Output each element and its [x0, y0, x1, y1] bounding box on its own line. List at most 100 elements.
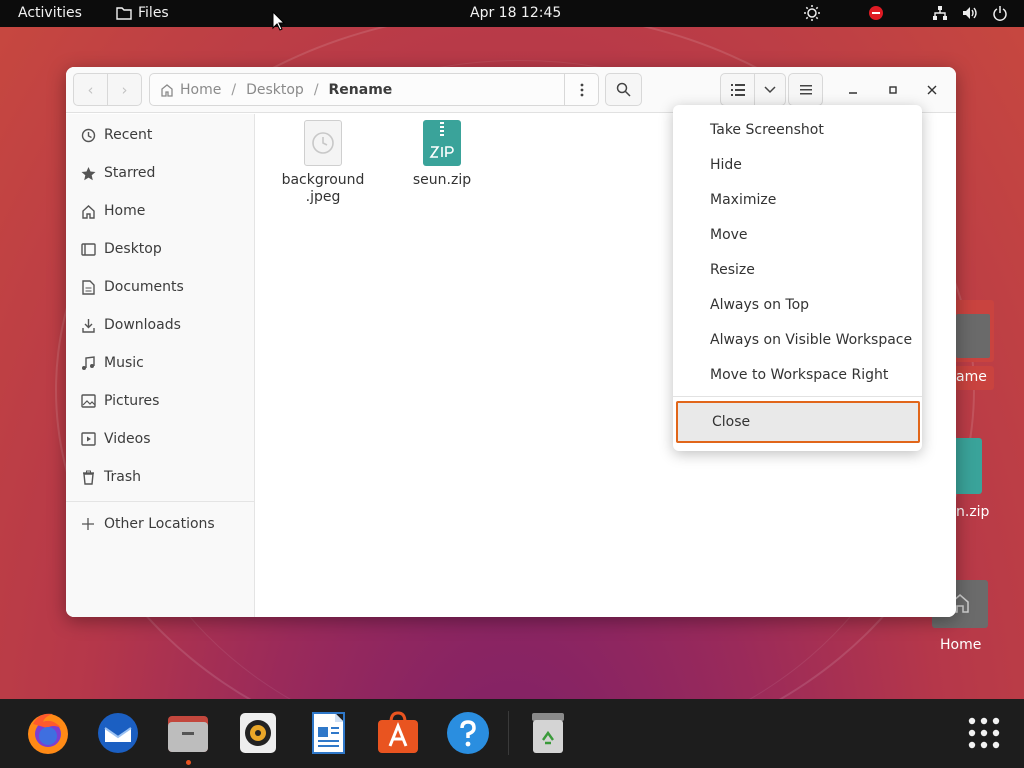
star-icon: [79, 166, 97, 181]
sidebar-item-downloads[interactable]: Downloads: [66, 306, 255, 344]
close-icon: [927, 85, 937, 95]
window-context-menu: Take Screenshot Hide Maximize Move Resiz…: [673, 105, 922, 451]
video-icon: [79, 432, 97, 446]
minimize-button[interactable]: [842, 79, 864, 101]
thunderbird-icon[interactable]: [94, 709, 142, 757]
tray-gap: [832, 4, 856, 22]
sidebar-item-home[interactable]: Home: [66, 192, 255, 230]
sidebar-item-music[interactable]: Music: [66, 344, 255, 382]
path-separator: /: [231, 81, 237, 98]
sidebar-item-label: Other Locations: [104, 516, 215, 532]
zip-file-icon: [423, 120, 461, 166]
rhythmbox-icon[interactable]: [234, 709, 282, 757]
menu-item-resize[interactable]: Resize: [673, 252, 922, 287]
volume-icon[interactable]: [960, 4, 980, 22]
search-icon: [616, 82, 631, 97]
brightness-icon[interactable]: [802, 4, 822, 22]
desktop-icon: [79, 242, 97, 257]
sidebar-item-recent[interactable]: Recent: [66, 116, 255, 154]
system-tray[interactable]: [792, 4, 1010, 22]
minimize-icon: [849, 92, 857, 94]
clock[interactable]: Apr 18 12:45: [470, 5, 561, 21]
sidebar-item-videos[interactable]: Videos: [66, 420, 255, 458]
app-grid-icon[interactable]: [960, 709, 1008, 757]
dock-separator: [508, 711, 509, 755]
maximize-icon: [889, 86, 897, 94]
sidebar-item-label: Downloads: [104, 317, 181, 333]
zip-label-icon: [429, 146, 454, 158]
file-item-seun-zip[interactable]: seun.zip: [397, 120, 487, 189]
zip-icon: [952, 438, 982, 494]
maximize-button[interactable]: [882, 79, 904, 101]
home-icon[interactable]: [160, 83, 174, 97]
file-extension: .jpeg: [305, 189, 341, 205]
trash-icon: [79, 470, 97, 485]
main-menu-button[interactable]: [788, 73, 823, 106]
trash-icon[interactable]: [524, 709, 572, 757]
software-icon[interactable]: [374, 709, 422, 757]
path-bar: Home / Desktop / Rename: [149, 73, 599, 106]
sidebar-item-label: Starred: [104, 165, 156, 181]
search-button[interactable]: [605, 73, 642, 106]
list-view-icon: [721, 74, 755, 105]
path-separator: /: [313, 81, 319, 98]
music-icon: [79, 355, 97, 371]
download-icon: [79, 318, 97, 333]
menu-item-maximize[interactable]: Maximize: [673, 182, 922, 217]
menu-item-move-to-workspace-right[interactable]: Move to Workspace Right: [673, 357, 922, 392]
close-button[interactable]: [921, 79, 943, 101]
sidebar-item-label: Trash: [104, 469, 141, 485]
sidebar-item-pictures[interactable]: Pictures: [66, 382, 255, 420]
menu-item-always-on-top[interactable]: Always on Top: [673, 287, 922, 322]
files-icon[interactable]: [164, 709, 212, 757]
chevron-right-icon: ›: [121, 80, 128, 99]
help-icon[interactable]: [444, 709, 492, 757]
path-home[interactable]: Home: [180, 82, 221, 98]
sidebar-item-documents[interactable]: Documents: [66, 268, 255, 306]
sidebar: Recent Starred Home Desktop Documents Do…: [66, 114, 255, 617]
menu-item-close[interactable]: Close: [676, 401, 920, 443]
sidebar-item-label: Videos: [104, 431, 151, 447]
home-icon: [79, 204, 97, 219]
plus-icon: [79, 518, 97, 530]
activities-button[interactable]: Activities: [18, 5, 82, 21]
desktop-home-label: Home: [940, 637, 982, 653]
path-current[interactable]: Rename: [329, 82, 393, 98]
menu-item-hide[interactable]: Hide: [673, 147, 922, 182]
sidebar-item-label: Recent: [104, 127, 153, 143]
hamburger-icon: [799, 84, 812, 94]
desktop-folder-label: ame: [956, 369, 987, 385]
sidebar-item-other-locations[interactable]: Other Locations: [66, 505, 255, 543]
sidebar-item-trash[interactable]: Trash: [66, 458, 255, 496]
power-icon[interactable]: [990, 4, 1010, 22]
tray-gap: [896, 4, 920, 22]
sidebar-divider: [66, 501, 255, 502]
firefox-icon[interactable]: [24, 709, 72, 757]
network-icon[interactable]: [930, 4, 950, 22]
sidebar-item-starred[interactable]: Starred: [66, 154, 255, 192]
sidebar-item-label: Music: [104, 355, 144, 371]
view-toggle-button[interactable]: [720, 73, 786, 106]
menu-item-move[interactable]: Move: [673, 217, 922, 252]
mouse-cursor: [272, 11, 285, 31]
sidebar-item-label: Pictures: [104, 393, 160, 409]
file-name: background: [281, 172, 365, 188]
dock: [0, 699, 1024, 768]
app-name: Files: [138, 5, 169, 21]
file-item-background-jpeg[interactable]: background .jpeg: [278, 120, 368, 206]
path-menu-button[interactable]: [564, 74, 598, 105]
active-indicator: [186, 760, 191, 765]
clock-icon: [79, 128, 97, 143]
app-menu[interactable]: Files: [116, 5, 169, 21]
sidebar-item-label: Documents: [104, 279, 184, 295]
back-button[interactable]: ‹: [73, 73, 108, 106]
menu-item-take-screenshot[interactable]: Take Screenshot: [673, 112, 922, 147]
path-desktop[interactable]: Desktop: [246, 82, 304, 98]
forward-button[interactable]: ›: [107, 73, 142, 106]
picture-icon: [79, 394, 97, 408]
menu-item-always-on-visible-workspace[interactable]: Always on Visible Workspace: [673, 322, 922, 357]
sidebar-item-desktop[interactable]: Desktop: [66, 230, 255, 268]
chevron-down-icon: [755, 85, 785, 94]
do-not-disturb-icon[interactable]: [866, 4, 886, 22]
writer-icon[interactable]: [304, 709, 352, 757]
